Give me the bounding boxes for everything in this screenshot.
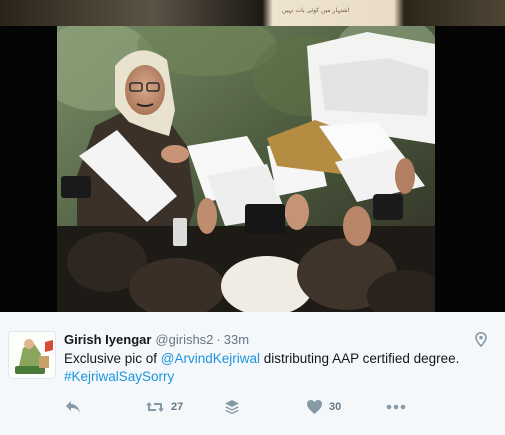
avatar[interactable]: [8, 331, 56, 379]
tweet-text-intro: Exclusive pic of: [64, 351, 161, 366]
reply-button[interactable]: [64, 396, 82, 418]
heart-icon: [307, 400, 322, 414]
display-name[interactable]: Girish Iyengar: [64, 332, 151, 347]
more-button[interactable]: [386, 396, 406, 418]
avatar-image: [9, 332, 55, 378]
location-pin-icon[interactable]: [475, 332, 487, 347]
like-count: 30: [329, 401, 342, 413]
like-button[interactable]: 30: [306, 396, 341, 418]
tweet-text-rest: distributing AAP certified degree.: [260, 351, 460, 366]
retweet-button[interactable]: 27: [145, 396, 183, 418]
previous-media-strip: اشتہار میں کوئی بات نہیں: [0, 0, 505, 26]
header-separator: ·: [216, 332, 221, 347]
mention-link[interactable]: @ArvindKejriwal: [161, 351, 260, 366]
hashtag-link[interactable]: #KejriwalSaySorry: [64, 369, 174, 384]
stack-icon: [225, 400, 239, 415]
tweet-card[interactable]: اشتہار میں کوئی بات نہیں Girish Iyengar …: [0, 0, 505, 435]
stack-button[interactable]: [224, 396, 240, 418]
reply-icon: [66, 401, 80, 413]
more-icon: [386, 404, 406, 410]
tweet-photo[interactable]: [57, 26, 435, 312]
tweet-text: Exclusive pic of @ArvindKejriwal distrib…: [64, 350, 500, 386]
tweet-header: Girish Iyengar @girishs2 · 33m: [64, 332, 249, 348]
previous-media-caption: اشتہار میں کوئی بات نہیں: [282, 7, 350, 14]
retweet-icon: [146, 402, 164, 412]
photo-image: [57, 26, 435, 312]
tweet-actions: 27 30: [0, 396, 505, 418]
retweet-count: 27: [171, 401, 184, 413]
timestamp[interactable]: 33m: [224, 332, 249, 347]
username[interactable]: @girishs2: [155, 332, 213, 347]
tweet-media[interactable]: اشتہار میں کوئی بات نہیں: [0, 0, 505, 312]
